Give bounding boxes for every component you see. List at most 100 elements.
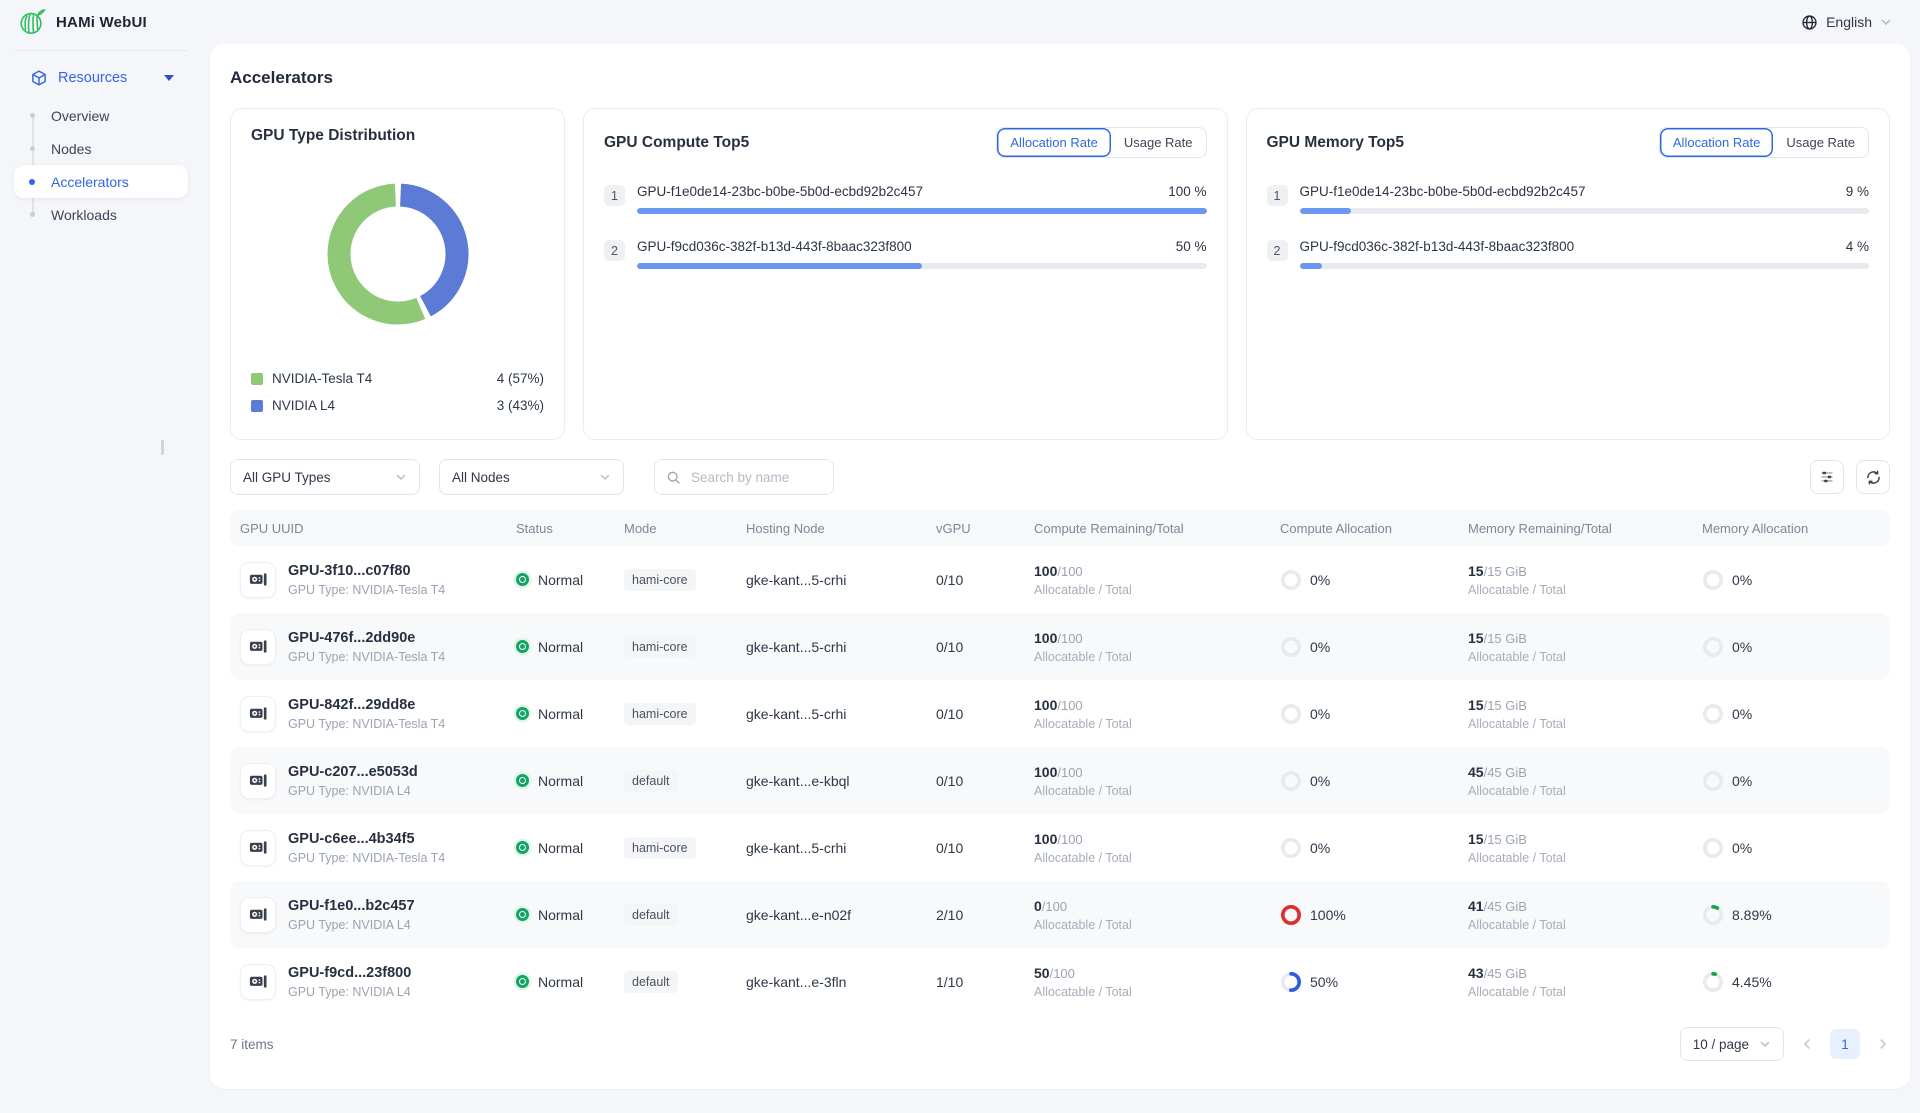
cube-icon (30, 69, 48, 87)
sidebar-group-label: Resources (58, 70, 127, 86)
gpu-type-label: GPU Type: NVIDIA L4 (288, 784, 418, 798)
language-selector[interactable]: English (1801, 14, 1892, 31)
sidebar-item-label: Accelerators (51, 174, 129, 190)
page-size-value: 10 / page (1693, 1037, 1749, 1052)
table-body: GPU-3f10...c07f80 GPU Type: NVIDIA-Tesla… (230, 546, 1890, 1015)
rank-badge: 1 (604, 185, 625, 206)
table-row[interactable]: GPU-c207...e5053d GPU Type: NVIDIA L4 No… (230, 747, 1890, 814)
gpu-uuid: GPU-842f...29dd8e (288, 697, 445, 713)
compute-allocation-value: 100% (1310, 907, 1346, 923)
status-label: Normal (538, 840, 583, 856)
compute-remaining: 100 (1034, 764, 1057, 780)
column-header: Compute Remaining/Total (1034, 521, 1280, 536)
memory-total: /45 GiB (1484, 899, 1527, 914)
sidebar: Resources Overview Nodes Accelerators Wo… (0, 44, 210, 1113)
memory-remaining: 15 (1468, 630, 1484, 646)
sidebar-resize-handle[interactable] (161, 440, 164, 455)
chevron-down-icon (599, 471, 611, 483)
allocation-rate-tab[interactable]: Allocation Rate (997, 128, 1110, 157)
summary-cards: GPU Type Distribution NVIDIA-Tesla T4 4 … (230, 108, 1890, 440)
allocation-rate-tab[interactable]: Allocation Rate (1660, 128, 1773, 157)
memory-allocation-value: 4.45% (1732, 974, 1772, 990)
donut-legend: NVIDIA-Tesla T4 4 (57%) NVIDIA L4 3 (43%… (251, 365, 544, 421)
memory-top5-list: 1 GPU-f1e0de14-23bc-b0be-5b0d-ecbd92b2c4… (1267, 184, 1870, 269)
column-header: Memory Remaining/Total (1468, 521, 1702, 536)
allocatable-total-label: Allocatable / Total (1034, 985, 1280, 999)
vgpu-value: 0/10 (936, 639, 1034, 655)
chevron-down-icon (1759, 1038, 1771, 1050)
table-row[interactable]: GPU-f9cd...23f800 GPU Type: NVIDIA L4 No… (230, 948, 1890, 1015)
items-count: 7 items (230, 1037, 274, 1052)
gpu-table: GPU UUIDStatusModeHosting NodevGPUComput… (230, 510, 1890, 1015)
usage-rate-tab[interactable]: Usage Rate (1111, 128, 1206, 157)
legend-row: NVIDIA-Tesla T4 4 (57%) (251, 365, 544, 392)
column-settings-icon (1819, 469, 1835, 485)
legend-swatch (251, 400, 263, 412)
node-select[interactable]: All Nodes (439, 459, 624, 495)
table-row[interactable]: GPU-3f10...c07f80 GPU Type: NVIDIA-Tesla… (230, 546, 1890, 613)
gpu-uuid-label: GPU-f1e0de14-23bc-b0be-5b0d-ecbd92b2c457 (637, 184, 923, 199)
gpu-uuid: GPU-c207...e5053d (288, 764, 418, 780)
search-icon (666, 470, 681, 485)
page-number-button[interactable]: 1 (1830, 1029, 1860, 1059)
compute-remaining: 0 (1034, 898, 1042, 914)
legend-row: NVIDIA L4 3 (43%) (251, 392, 544, 419)
progress-bar (1300, 208, 1870, 214)
rank-badge: 1 (1267, 185, 1288, 206)
percent-value: 100 % (1168, 184, 1206, 199)
memory-remaining: 41 (1468, 898, 1484, 914)
memory-allocation-ring (1702, 770, 1724, 792)
memory-allocation-value: 0% (1732, 840, 1752, 856)
sidebar-item-label: Workloads (51, 207, 117, 223)
page-size-select[interactable]: 10 / page (1680, 1027, 1784, 1061)
refresh-button[interactable] (1856, 460, 1890, 494)
nav-dot-icon (30, 212, 35, 217)
legend-swatch (251, 373, 263, 385)
usage-rate-tab[interactable]: Usage Rate (1773, 128, 1868, 157)
nav-dot-icon (30, 113, 35, 118)
gpu-type-select[interactable]: All GPU Types (230, 459, 420, 495)
vgpu-value: 1/10 (936, 974, 1034, 990)
compute-top5-list: 1 GPU-f1e0de14-23bc-b0be-5b0d-ecbd92b2c4… (604, 184, 1207, 269)
compute-allocation-value: 0% (1310, 639, 1330, 655)
gpu-type-label: GPU Type: NVIDIA-Tesla T4 (288, 717, 445, 731)
gpu-type-label: GPU Type: NVIDIA-Tesla T4 (288, 583, 445, 597)
gpu-card-icon (240, 964, 276, 1000)
gpu-uuid: GPU-c6ee...4b34f5 (288, 831, 445, 847)
table-row[interactable]: GPU-f1e0...b2c457 GPU Type: NVIDIA L4 No… (230, 881, 1890, 948)
progress-bar-fill (637, 208, 1207, 214)
memory-allocation-value: 0% (1732, 639, 1752, 655)
legend-label: NVIDIA L4 (272, 398, 335, 413)
allocatable-total-label: Allocatable / Total (1468, 784, 1702, 798)
status-label: Normal (538, 974, 583, 990)
gpu-type-label: GPU Type: NVIDIA-Tesla T4 (288, 650, 445, 664)
compute-allocation-value: 0% (1310, 706, 1330, 722)
sidebar-item-accelerators[interactable]: Accelerators (14, 165, 188, 198)
allocatable-total-label: Allocatable / Total (1468, 918, 1702, 932)
column-header: Mode (624, 521, 746, 536)
top5-row: 2 GPU-f9cd036c-382f-b13d-443f-8baac323f8… (1267, 239, 1870, 269)
next-page-button[interactable] (1876, 1037, 1890, 1051)
search-input[interactable] (689, 469, 822, 486)
caret-down-icon (164, 75, 174, 81)
sidebar-item-overview[interactable]: Overview (14, 99, 188, 132)
sidebar-group-resources[interactable]: Resources (14, 59, 188, 99)
legend-value: 4 (57%) (497, 371, 544, 386)
compute-allocation-ring (1280, 971, 1302, 993)
column-settings-button[interactable] (1810, 460, 1844, 494)
mode-tag: hami-core (624, 636, 696, 658)
gpu-type-donut-chart (313, 169, 483, 339)
table-row[interactable]: GPU-476f...2dd90e GPU Type: NVIDIA-Tesla… (230, 613, 1890, 680)
memory-total: /15 GiB (1484, 698, 1527, 713)
table-row[interactable]: GPU-c6ee...4b34f5 GPU Type: NVIDIA-Tesla… (230, 814, 1890, 881)
sidebar-item-label: Overview (51, 108, 109, 124)
sidebar-item-nodes[interactable]: Nodes (14, 132, 188, 165)
nav-dot-icon (29, 179, 35, 185)
compute-allocation-value: 50% (1310, 974, 1338, 990)
main-panel: Accelerators GPU Type Distribution NVIDI… (210, 44, 1910, 1089)
memory-rate-toggle: Allocation Rate Usage Rate (1659, 127, 1869, 158)
sidebar-item-workloads[interactable]: Workloads (14, 198, 188, 231)
previous-page-button[interactable] (1800, 1037, 1814, 1051)
hosting-node: gke-kant...5-crhi (746, 572, 936, 588)
table-row[interactable]: GPU-842f...29dd8e GPU Type: NVIDIA-Tesla… (230, 680, 1890, 747)
